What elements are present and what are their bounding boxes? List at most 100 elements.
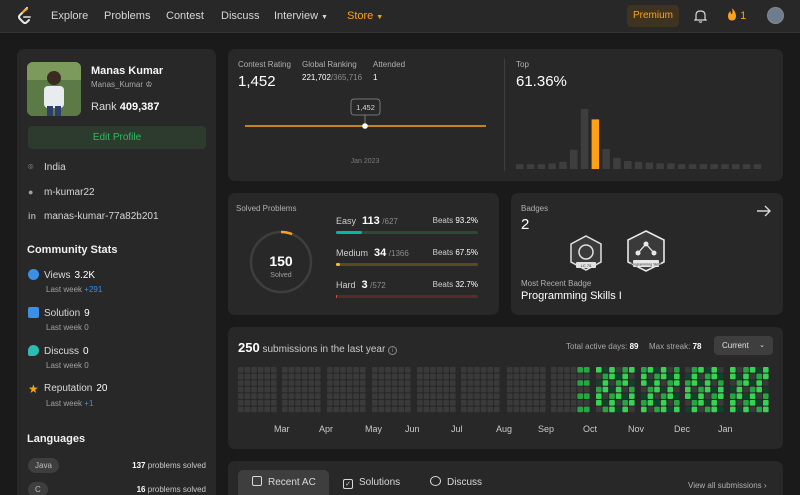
programming-skills-badge[interactable]: Programming Skills [624, 229, 668, 275]
heatmap-cell[interactable] [257, 367, 264, 373]
heatmap-cell[interactable] [520, 406, 526, 413]
heatmap-cell[interactable] [685, 400, 691, 406]
heatmap-cell[interactable] [340, 406, 346, 413]
heatmap-cell[interactable] [667, 386, 673, 393]
heatmap-cell[interactable] [346, 400, 353, 406]
heatmap-cell[interactable] [405, 367, 411, 373]
heatmap-cell[interactable] [540, 400, 546, 406]
heatmap-cell[interactable] [602, 386, 609, 393]
heatmap-cell[interactable] [596, 393, 602, 399]
heatmap-cell[interactable] [385, 373, 391, 380]
heatmap-cell[interactable] [372, 386, 378, 393]
heatmap-cell[interactable] [513, 367, 520, 373]
heatmap-cell[interactable] [353, 367, 359, 373]
heatmap-cell[interactable] [577, 406, 583, 413]
heatmap-cell[interactable] [385, 393, 391, 399]
heatmap-cell[interactable] [609, 386, 615, 393]
heatmap-cell[interactable] [622, 386, 628, 393]
heatmap-cell[interactable] [398, 393, 404, 399]
heatmap-cell[interactable] [423, 393, 430, 399]
heatmap-cell[interactable] [513, 400, 520, 406]
heatmap-cell[interactable] [736, 380, 743, 386]
heatmap-cell[interactable] [308, 393, 314, 399]
heatmap-cell[interactable] [711, 406, 717, 413]
heatmap-cell[interactable] [405, 373, 411, 380]
heatmap-cell[interactable] [257, 400, 264, 406]
heatmap-cell[interactable] [423, 367, 430, 373]
heatmap-cell[interactable] [417, 400, 423, 406]
heatmap-cell[interactable] [507, 400, 513, 406]
heatmap-cell[interactable] [685, 406, 691, 413]
heatmap-cell[interactable] [667, 400, 673, 406]
heatmap-cell[interactable] [540, 380, 546, 386]
heatmap-cell[interactable] [533, 373, 539, 380]
heatmap-cell[interactable] [654, 406, 660, 413]
heatmap-cell[interactable] [698, 380, 704, 386]
heatmap-cell[interactable] [647, 393, 654, 399]
heatmap-cell[interactable] [622, 400, 628, 406]
heatmap-cell[interactable] [487, 406, 493, 413]
heatmap-cell[interactable] [756, 393, 762, 399]
heatmap-cell[interactable] [295, 373, 301, 380]
heatmap-cell[interactable] [282, 367, 288, 373]
heatmap-cell[interactable] [295, 367, 301, 373]
heatmap-cell[interactable] [474, 373, 480, 380]
heatmap-cell[interactable] [378, 373, 385, 380]
heatmap-cell[interactable] [704, 373, 711, 380]
heatmap-cell[interactable] [467, 380, 474, 386]
heatmap-cell[interactable] [533, 380, 539, 386]
heatmap-cell[interactable] [430, 380, 436, 386]
nav-explore[interactable]: Explore [51, 10, 88, 22]
heatmap-cell[interactable] [557, 367, 564, 373]
heatmap-cell[interactable] [487, 400, 493, 406]
heatmap-cell[interactable] [238, 400, 244, 406]
heatmap-cell[interactable] [423, 386, 430, 393]
heatmap-cell[interactable] [340, 393, 346, 399]
heatmap-cell[interactable] [622, 380, 628, 386]
heatmap-cell[interactable] [398, 367, 404, 373]
heatmap-cell[interactable] [736, 400, 743, 406]
heatmap-cell[interactable] [685, 386, 691, 393]
heatmap-cell[interactable] [494, 393, 500, 399]
heatmap-cell[interactable] [244, 367, 251, 373]
heatmap-cell[interactable] [584, 393, 590, 399]
heatmap-cell[interactable] [533, 400, 539, 406]
github-text[interactable]: m-kumar22 [44, 187, 95, 198]
heatmap-cell[interactable] [474, 380, 480, 386]
heatmap-cell[interactable] [654, 400, 660, 406]
heatmap-cell[interactable] [423, 406, 430, 413]
heatmap-cell[interactable] [378, 406, 385, 413]
heatmap-cell[interactable] [685, 373, 691, 380]
heatmap-cell[interactable] [436, 380, 443, 386]
heatmap-cell[interactable] [730, 393, 736, 399]
heatmap-cell[interactable] [467, 406, 474, 413]
heatmap-cell[interactable] [667, 406, 673, 413]
heatmap-cell[interactable] [743, 406, 749, 413]
streak-counter[interactable]: 1 [727, 8, 746, 22]
heatmap-cell[interactable] [474, 406, 480, 413]
heatmap-cell[interactable] [251, 393, 257, 399]
heatmap-cell[interactable] [251, 380, 257, 386]
heatmap-cell[interactable] [674, 367, 680, 373]
heatmap-cell[interactable] [308, 380, 314, 386]
heatmap-cell[interactable] [551, 380, 557, 386]
heatmap-cell[interactable] [730, 367, 736, 373]
heatmap-cell[interactable] [749, 406, 756, 413]
nav-problems[interactable]: Problems [104, 10, 150, 22]
heatmap-cell[interactable] [674, 400, 680, 406]
heatmap-cell[interactable] [736, 367, 743, 373]
heatmap-cell[interactable] [654, 373, 660, 380]
heatmap-cell[interactable] [295, 400, 301, 406]
lc75-badge[interactable]: LC 75 [568, 234, 604, 274]
heatmap-cell[interactable] [691, 367, 698, 373]
heatmap-cell[interactable] [660, 406, 667, 413]
user-avatar-menu[interactable] [767, 7, 784, 24]
heatmap-cell[interactable] [520, 367, 526, 373]
heatmap-cell[interactable] [360, 380, 366, 386]
heatmap-cell[interactable] [551, 367, 557, 373]
heatmap-cell[interactable] [507, 393, 513, 399]
heatmap-cell[interactable] [647, 380, 654, 386]
heatmap-cell[interactable] [629, 393, 635, 399]
heatmap-cell[interactable] [540, 367, 546, 373]
heatmap-cell[interactable] [564, 380, 570, 386]
